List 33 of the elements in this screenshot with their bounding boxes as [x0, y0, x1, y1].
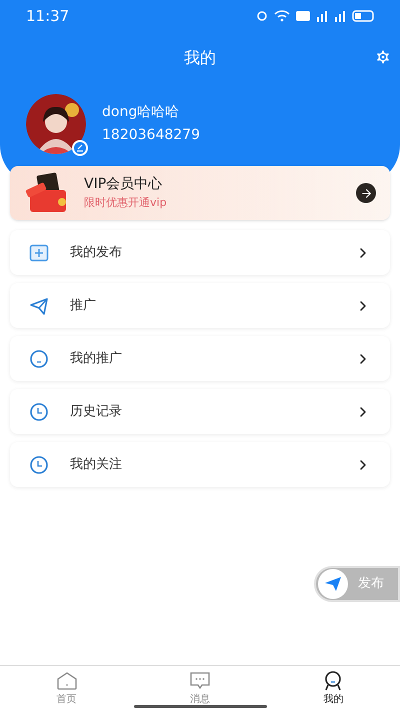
menu-label: 我的推广 — [70, 350, 123, 368]
menu-label: 历史记录 — [70, 402, 123, 421]
signal-icon — [316, 10, 328, 22]
page-title: 我的 — [184, 47, 216, 69]
plus-square-icon — [29, 242, 49, 262]
menu-label: 我的关注 — [70, 456, 123, 474]
nav-tab[interactable]: 首页 — [0, 666, 134, 711]
circle-icon — [29, 348, 49, 368]
nav-tab[interactable]: 消息 — [133, 666, 267, 711]
status-time: 11:37 — [26, 6, 70, 27]
menu-item[interactable]: 历史记录 — [10, 389, 390, 434]
wifi-icon — [274, 10, 290, 22]
menu-label: 推广 — [70, 296, 97, 315]
paper-plane-icon — [29, 296, 49, 316]
nav-tab[interactable]: 我的 — [266, 666, 400, 711]
menu-item[interactable]: 我的推广 — [10, 336, 390, 381]
menu-item[interactable]: 我的发布 — [10, 230, 390, 275]
battery-icon — [352, 10, 374, 22]
vip-card[interactable]: VIP会员中心 限时优惠开通vip — [10, 166, 390, 220]
phone-number: 18203648279 — [102, 126, 200, 145]
home-icon — [56, 670, 78, 690]
menu-item[interactable]: 我的关注 — [10, 442, 390, 487]
user-name: dong哈哈哈 — [102, 103, 180, 122]
vip-subtitle: 限时优惠开通vip — [84, 195, 168, 212]
signal-icon — [334, 10, 346, 22]
menu-item[interactable]: 推广 — [10, 283, 390, 328]
paper-plane-icon — [318, 569, 348, 599]
clock-icon — [29, 402, 49, 422]
chat-icon — [188, 670, 211, 690]
vip-title: VIP会员中心 — [84, 175, 164, 194]
menu-label: 我的发布 — [70, 244, 123, 262]
arrow-right-icon — [356, 183, 376, 203]
clock-icon — [29, 454, 49, 474]
